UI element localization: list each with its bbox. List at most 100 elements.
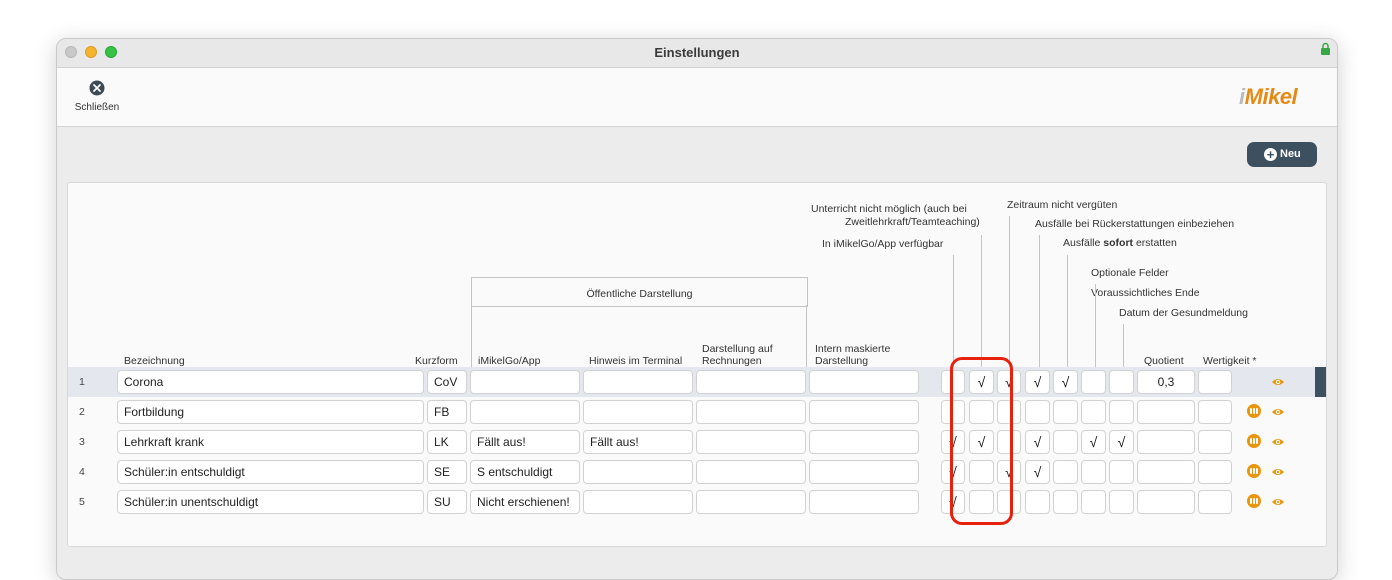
hinweis-terminal-field[interactable]: Fällt aus!	[583, 430, 693, 454]
bezeichnung-field[interactable]: Fortbildung	[117, 400, 424, 424]
new-button[interactable]: + Neu	[1247, 142, 1317, 167]
header-imikelgo-app: In iMikelGo/App verfügbar	[822, 238, 944, 250]
wertigkeit-field[interactable]	[1198, 430, 1232, 454]
header-connector	[953, 255, 954, 368]
table-row[interactable]: 5 Schüler:in unentschuldigt SU Nicht erschi…	[68, 487, 1326, 517]
title-bar: Einstellungen	[57, 39, 1337, 68]
eye-icon[interactable]	[1271, 496, 1285, 508]
table-row[interactable]: 4 Schüler:in entschuldigt SE S entschuldigt…	[68, 457, 1326, 487]
wertigkeit-field[interactable]	[1198, 460, 1232, 484]
option-checkbox[interactable]	[1053, 400, 1078, 424]
option-checkbox[interactable]	[1081, 370, 1106, 394]
header-intern-line1: Intern maskierte	[815, 343, 891, 355]
option-checkbox[interactable]: √	[1025, 460, 1050, 484]
option-checkbox[interactable]	[1025, 400, 1050, 424]
option-checkbox[interactable]: √	[1025, 370, 1050, 394]
settings-window: Einstellungen Schließen iMikel + Neu Unt…	[56, 38, 1338, 580]
imikelgo-app-field[interactable]	[470, 400, 580, 424]
selected-row-marker	[1315, 367, 1326, 397]
quotient-field[interactable]	[1137, 460, 1195, 484]
rechnung-field[interactable]	[696, 400, 806, 424]
rechnung-field[interactable]	[696, 430, 806, 454]
eye-icon[interactable]	[1271, 376, 1285, 388]
people-icon[interactable]	[1247, 434, 1261, 448]
option-checkbox[interactable]	[1109, 370, 1134, 394]
content-area: + Neu Unterricht nicht möglich (auch bei…	[57, 127, 1337, 579]
rechnung-field[interactable]	[696, 460, 806, 484]
imikelgo-app-field[interactable]	[470, 370, 580, 394]
plus-circle-icon: +	[1264, 148, 1277, 161]
rechnung-field[interactable]	[696, 370, 806, 394]
absence-types-table: Unterricht nicht möglich (auch bei Zweit…	[67, 182, 1327, 547]
header-quotient: Quotient	[1144, 355, 1184, 367]
hinweis-terminal-field[interactable]	[583, 370, 693, 394]
wertigkeit-field[interactable]	[1198, 370, 1232, 394]
quotient-field[interactable]: 0,3	[1137, 370, 1195, 394]
kurzform-field[interactable]: LK	[427, 430, 467, 454]
bezeichnung-field[interactable]: Corona	[117, 370, 424, 394]
header-unterricht-line2: Zweitlehrkraft/Teamteaching)	[845, 216, 980, 228]
option-checkbox[interactable]: √	[1053, 370, 1078, 394]
hinweis-terminal-field[interactable]	[583, 400, 693, 424]
row-number: 3	[79, 436, 85, 448]
header-datum-gesundmeldung: Datum der Gesundmeldung	[1119, 307, 1248, 319]
option-checkbox[interactable]	[1109, 490, 1134, 514]
option-checkbox[interactable]	[1053, 460, 1078, 484]
intern-maskiert-field[interactable]	[809, 460, 919, 484]
option-checkbox[interactable]: √	[1109, 430, 1134, 454]
eye-icon[interactable]	[1271, 436, 1285, 448]
kurzform-field[interactable]: CoV	[427, 370, 467, 394]
header-zeitraum: Zeitraum nicht vergüten	[1007, 199, 1118, 211]
table-row[interactable]: 1 Corona CoV √ √ √ √ 0,3	[68, 367, 1326, 397]
row-number: 4	[79, 466, 85, 478]
header-intern-line2: Darstellung	[815, 355, 869, 367]
group-divider	[471, 305, 472, 367]
header-optionale-felder: Optionale Felder	[1091, 267, 1169, 279]
rechnung-field[interactable]	[696, 490, 806, 514]
option-checkbox[interactable]	[1081, 400, 1106, 424]
header-ausfaelle-sofort: Ausfälle sofort erstatten	[1063, 237, 1177, 249]
toolbar: Schließen iMikel	[57, 68, 1337, 127]
intern-maskiert-field[interactable]	[809, 400, 919, 424]
option-checkbox[interactable]	[1053, 430, 1078, 454]
close-button[interactable]: Schließen	[69, 80, 125, 120]
header-connector	[1067, 255, 1068, 368]
option-checkbox[interactable]	[1025, 490, 1050, 514]
people-icon[interactable]	[1247, 464, 1261, 478]
table-row[interactable]: 3 Lehrkraft krank LK Fällt aus! Fällt aus! √ √…	[68, 427, 1326, 457]
intern-maskiert-field[interactable]	[809, 430, 919, 454]
intern-maskiert-field[interactable]	[809, 370, 919, 394]
option-checkbox[interactable]	[1081, 490, 1106, 514]
hinweis-terminal-field[interactable]	[583, 460, 693, 484]
kurzform-field[interactable]: FB	[427, 400, 467, 424]
kurzform-field[interactable]: SU	[427, 490, 467, 514]
option-checkbox[interactable]	[1053, 490, 1078, 514]
quotient-field[interactable]	[1137, 490, 1195, 514]
eye-icon[interactable]	[1271, 406, 1285, 418]
people-icon[interactable]	[1247, 494, 1261, 508]
imikelgo-app-field[interactable]: Fällt aus!	[470, 430, 580, 454]
new-button-label: Neu	[1280, 148, 1301, 160]
intern-maskiert-field[interactable]	[809, 490, 919, 514]
hinweis-terminal-field[interactable]	[583, 490, 693, 514]
imikelgo-app-field[interactable]: Nicht erschienen!	[470, 490, 580, 514]
header-rechnung-line1: Darstellung auf	[702, 343, 773, 355]
bezeichnung-field[interactable]: Schüler:in unentschuldigt	[117, 490, 424, 514]
people-icon[interactable]	[1247, 404, 1261, 418]
imikelgo-app-field[interactable]: S entschuldigt	[470, 460, 580, 484]
option-checkbox[interactable]	[1109, 460, 1134, 484]
table-row[interactable]: 2 Fortbildung FB	[68, 397, 1326, 427]
option-checkbox[interactable]	[1109, 400, 1134, 424]
option-checkbox[interactable]: √	[1081, 430, 1106, 454]
quotient-field[interactable]	[1137, 430, 1195, 454]
quotient-field[interactable]	[1137, 400, 1195, 424]
option-checkbox[interactable]: √	[1025, 430, 1050, 454]
wertigkeit-field[interactable]	[1198, 490, 1232, 514]
wertigkeit-field[interactable]	[1198, 400, 1232, 424]
option-checkbox[interactable]	[1081, 460, 1106, 484]
bezeichnung-field[interactable]: Schüler:in entschuldigt	[117, 460, 424, 484]
kurzform-field[interactable]: SE	[427, 460, 467, 484]
bezeichnung-field[interactable]: Lehrkraft krank	[117, 430, 424, 454]
eye-icon[interactable]	[1271, 466, 1285, 478]
imikel-logo: iMikel	[1239, 84, 1298, 109]
